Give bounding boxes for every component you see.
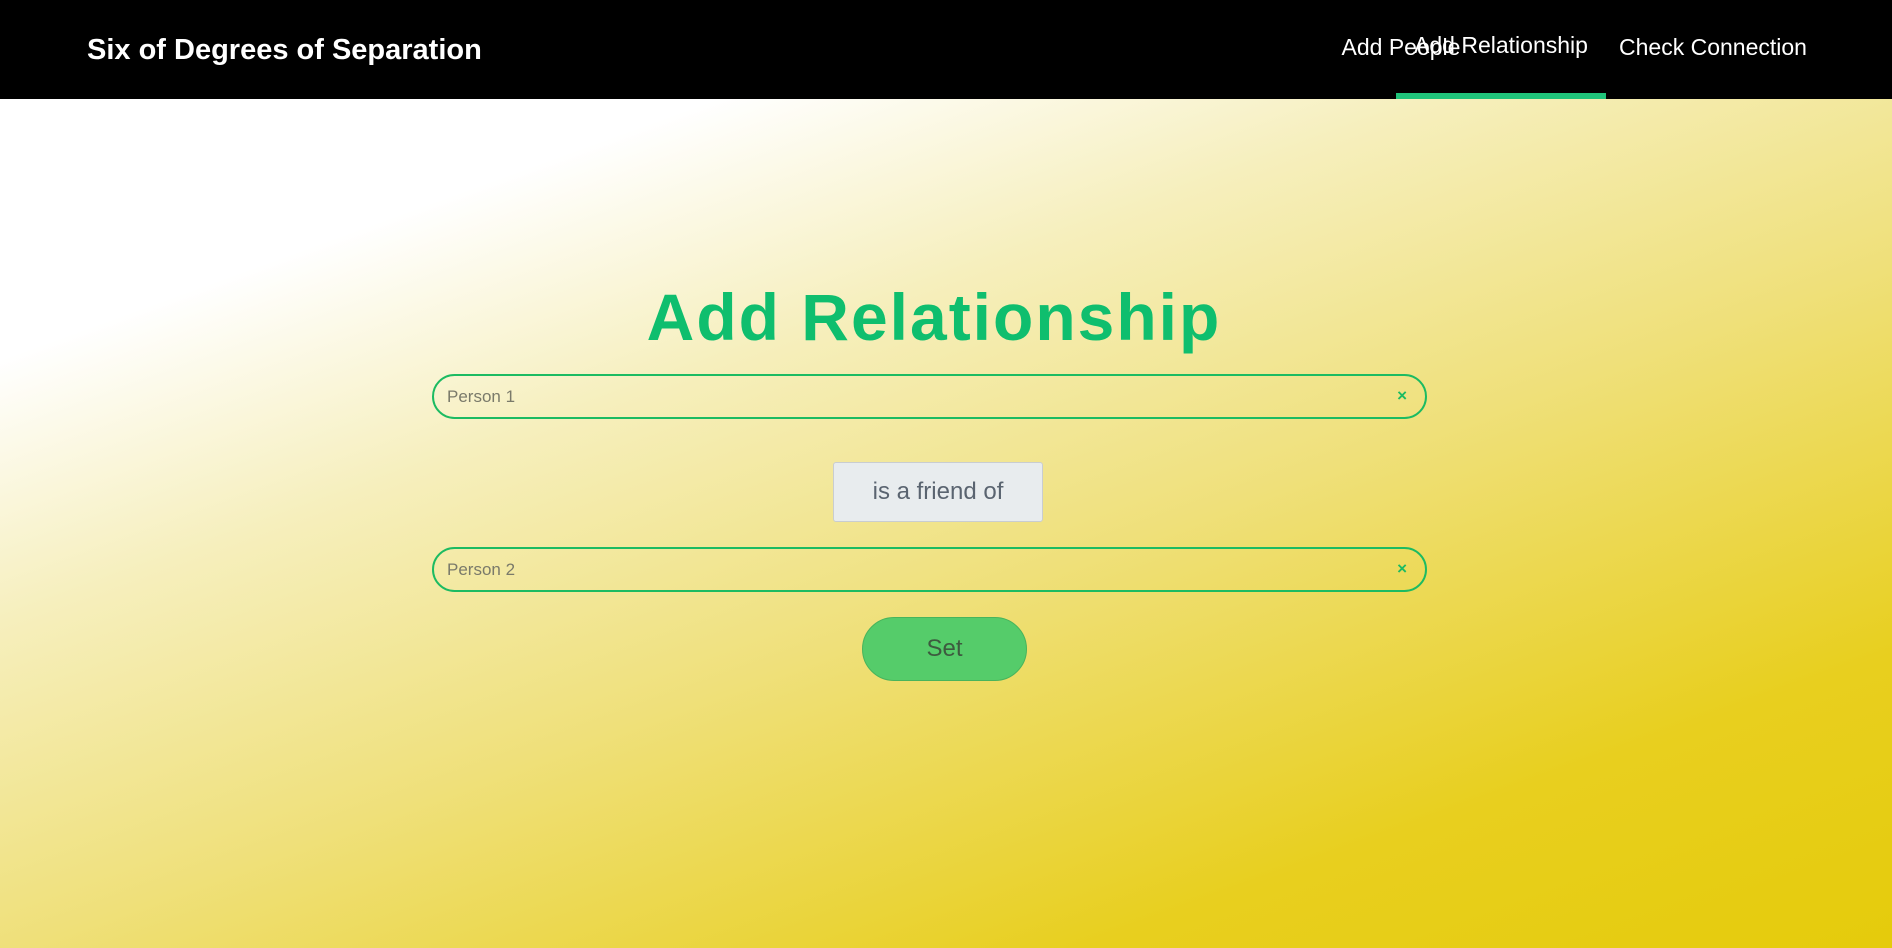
person1-input[interactable] [447,376,1377,417]
top-navbar: Six of Degrees of Separation Add People … [0,0,1892,99]
nav-check-connection[interactable]: Check Connection [1607,0,1819,99]
main-content: Add Relationship × is a friend of × Set [0,99,1892,948]
person2-input[interactable] [447,549,1377,590]
person1-clear-icon[interactable]: × [1397,386,1407,406]
person1-field: × [432,374,1427,419]
brand-title[interactable]: Six of Degrees of Separation [87,30,482,70]
person2-field: × [432,547,1427,592]
set-button[interactable]: Set [862,617,1027,681]
nav-add-relationship-label: Add Relationship [1414,32,1588,58]
person2-clear-icon[interactable]: × [1397,559,1407,579]
nav-add-relationship[interactable]: Add Relationship [1396,0,1606,99]
page-title: Add Relationship [646,280,1222,354]
relation-label: is a friend of [833,462,1043,522]
nav-check-connection-label: Check Connection [1619,34,1807,60]
